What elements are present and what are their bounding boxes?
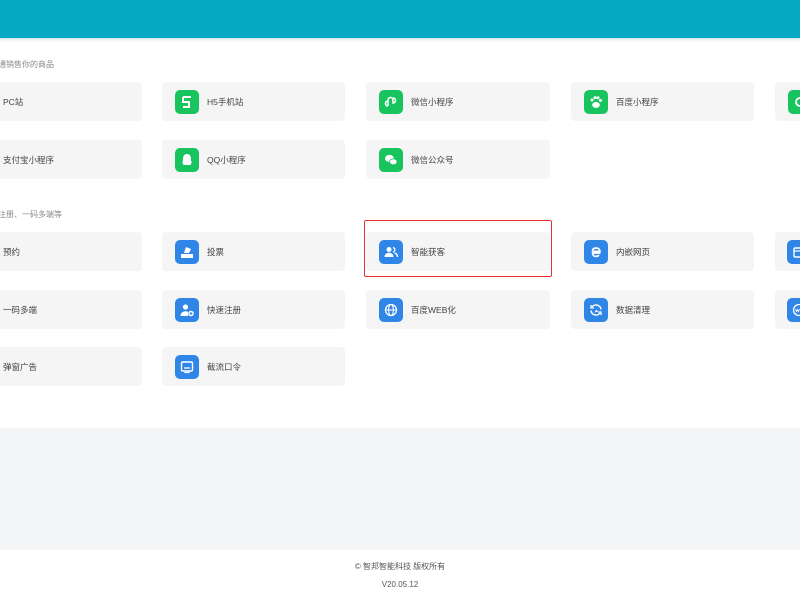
qq-icon bbox=[175, 147, 199, 172]
section-title-marketing-tools: 注册、一码多端等 bbox=[0, 210, 62, 219]
command-icon bbox=[175, 354, 199, 379]
card-wechat-miniprogram[interactable]: 微信小程序 bbox=[366, 82, 550, 121]
card-label: 内嵌网页 bbox=[616, 246, 651, 257]
card-label: H5手机站 bbox=[207, 96, 244, 107]
header-shadow bbox=[0, 38, 800, 42]
calendar-icon bbox=[787, 239, 800, 264]
user-add-icon bbox=[175, 297, 199, 322]
card-pc-site[interactable]: PC站 bbox=[0, 82, 142, 121]
section-title-sales-channels: 通销售你的商品 bbox=[0, 60, 54, 69]
card-label: 支付宝小程序 bbox=[3, 154, 55, 165]
card-label: 一码多端 bbox=[3, 304, 38, 315]
card-miniprogram-partial[interactable] bbox=[775, 82, 800, 121]
footer-version: V20.05.12 bbox=[381, 580, 419, 589]
users-icon bbox=[379, 239, 403, 264]
miniprogram-icon bbox=[788, 89, 800, 114]
card-label: 快速注册 bbox=[207, 304, 242, 315]
card-label: 微信小程序 bbox=[411, 96, 454, 107]
card-label: 预约 bbox=[3, 246, 21, 257]
card-data-cleanup[interactable]: 数据清理 bbox=[571, 290, 754, 329]
web-icon bbox=[787, 297, 800, 322]
card-reservation[interactable]: 预约 bbox=[0, 232, 142, 271]
wechat-miniprogram-icon bbox=[379, 89, 403, 114]
card-quick-register[interactable]: 快速注册 bbox=[162, 290, 345, 329]
card-one-code-multi-terminal[interactable]: 一码多端 bbox=[0, 290, 142, 329]
card-alipay-miniprogram[interactable]: 支付宝小程序 bbox=[0, 140, 142, 179]
card-wechat-official-account[interactable]: 微信公众号 bbox=[366, 140, 550, 179]
content-gray-area bbox=[0, 428, 800, 550]
card-label: 百度WEB化 bbox=[411, 304, 456, 315]
wechat-icon bbox=[379, 147, 403, 172]
card-smart-customer-acquisition[interactable]: 智能获客 bbox=[366, 232, 550, 271]
card-label: 弹窗广告 bbox=[3, 361, 38, 372]
browser-e-icon bbox=[584, 239, 608, 264]
card-baidu-miniprogram[interactable]: 百度小程序 bbox=[571, 82, 754, 121]
card-intercept-command[interactable]: 截流口令 bbox=[162, 347, 345, 386]
card-label: 微信公众号 bbox=[411, 154, 454, 165]
card-popup-ad[interactable]: 弹窗广告 bbox=[0, 347, 142, 386]
card-h5-mobile-site[interactable]: H5手机站 bbox=[162, 82, 345, 121]
card-label: QQ小程序 bbox=[207, 154, 246, 165]
card-label: 百度小程序 bbox=[616, 96, 659, 107]
card-calendar-partial[interactable] bbox=[775, 232, 800, 271]
refresh-clean-icon bbox=[584, 297, 608, 322]
card-embedded-webpage[interactable]: 内嵌网页 bbox=[571, 232, 754, 271]
card-web-partial[interactable] bbox=[775, 290, 800, 329]
card-vote[interactable]: 投票 bbox=[162, 232, 345, 271]
globe-icon bbox=[379, 297, 403, 322]
vote-icon bbox=[175, 239, 199, 264]
card-baidu-web[interactable]: 百度WEB化 bbox=[366, 290, 550, 329]
card-qq-miniprogram[interactable]: QQ小程序 bbox=[162, 140, 345, 179]
card-label: PC站 bbox=[3, 96, 24, 107]
top-header-bar bbox=[0, 0, 800, 38]
card-label: 截流口令 bbox=[207, 361, 242, 372]
card-label: 数据清理 bbox=[616, 304, 651, 315]
footer-copyright: © 智邦智能科技 版权所有 bbox=[354, 562, 446, 571]
baidu-paw-icon bbox=[584, 89, 608, 114]
html5-icon bbox=[175, 89, 199, 114]
card-label: 投票 bbox=[207, 246, 225, 257]
card-label: 智能获客 bbox=[411, 246, 446, 257]
